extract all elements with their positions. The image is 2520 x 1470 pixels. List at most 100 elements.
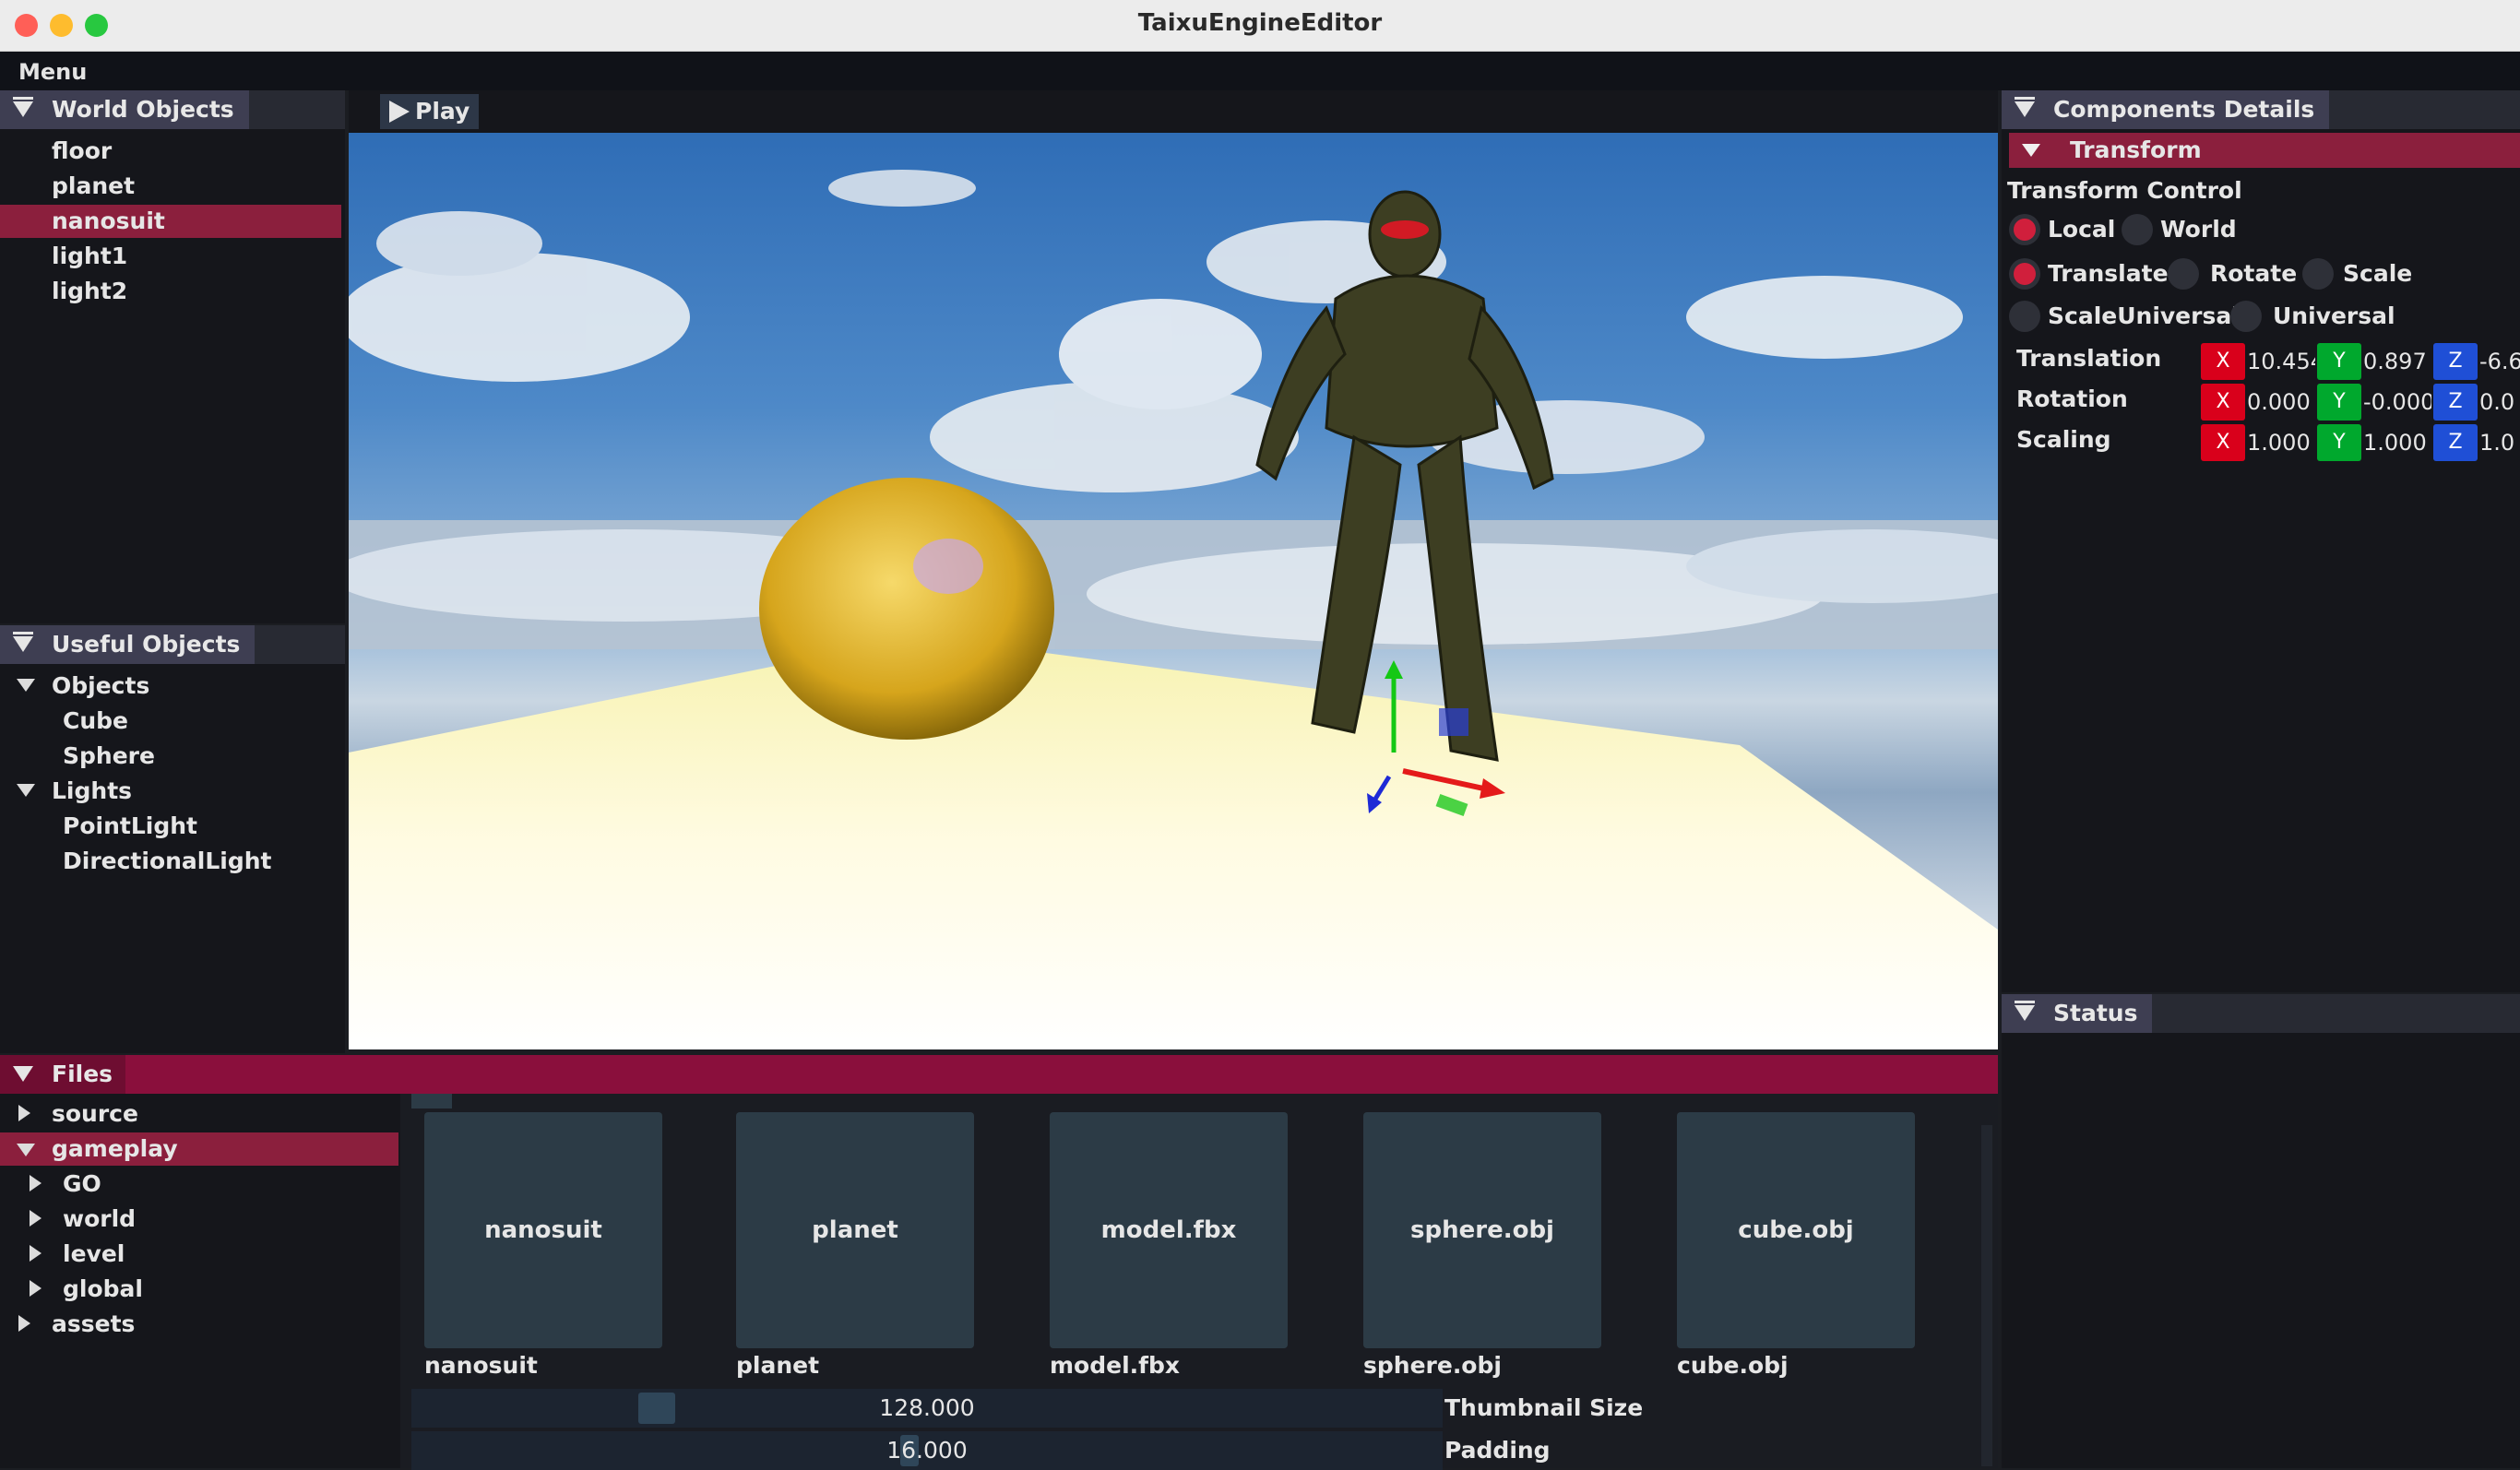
radio-translate[interactable] xyxy=(2009,258,2040,290)
translation-x-axis[interactable]: X xyxy=(2201,343,2245,380)
play-button[interactable]: Play xyxy=(380,94,480,129)
radio-universal-label: Universal xyxy=(2273,302,2395,329)
radio-world[interactable] xyxy=(2122,214,2153,245)
tree-item-sphere[interactable]: Sphere xyxy=(63,740,155,773)
rotation-z-field[interactable]: 0.0 xyxy=(2479,384,2520,421)
world-object-item[interactable]: floor xyxy=(52,135,112,168)
files-header[interactable]: Files xyxy=(0,1055,1998,1094)
file-thumbnail[interactable]: cube.obj xyxy=(1677,1112,1915,1348)
floor-plane xyxy=(349,636,1998,1049)
expand-arrow-icon[interactable] xyxy=(2022,144,2040,157)
planet-sphere xyxy=(759,478,1054,740)
radio-scaleuniversal[interactable] xyxy=(2009,301,2040,332)
expand-arrow-icon[interactable] xyxy=(30,1245,42,1262)
world-object-item[interactable]: planet xyxy=(52,170,135,203)
translation-label: Translation xyxy=(2016,345,2162,372)
rotation-label: Rotation xyxy=(2016,385,2128,412)
tree-group-lights[interactable]: Lights xyxy=(52,775,132,808)
useful-objects-header[interactable]: Useful Objects xyxy=(0,625,345,664)
rotation-z-axis[interactable]: Z xyxy=(2433,384,2478,421)
folder-global[interactable]: global xyxy=(63,1273,143,1306)
rotation-y-axis[interactable]: Y xyxy=(2317,384,2361,421)
clouds xyxy=(349,170,1998,649)
folder-level[interactable]: level xyxy=(63,1238,125,1271)
world-object-item-selected[interactable]: nanosuit xyxy=(0,205,341,238)
file-thumbnail[interactable]: sphere.obj xyxy=(1363,1112,1601,1348)
radio-scale-label: Scale xyxy=(2343,260,2413,287)
padding-label: Padding xyxy=(1444,1437,1551,1464)
file-thumbnail[interactable]: planet xyxy=(736,1112,974,1348)
folder-world[interactable]: world xyxy=(63,1203,136,1236)
rotation-x-axis[interactable]: X xyxy=(2201,384,2245,421)
translation-y-axis[interactable]: Y xyxy=(2317,343,2361,380)
expand-arrow-icon[interactable] xyxy=(30,1280,42,1297)
scene-viewport[interactable] xyxy=(349,133,1998,1049)
radio-rotate-label: Rotate xyxy=(2210,260,2298,287)
collapse-triangle-icon[interactable] xyxy=(13,1066,33,1082)
components-details-header[interactable]: Components Details xyxy=(2002,90,2520,129)
expand-arrow-icon[interactable] xyxy=(18,1105,30,1121)
expand-arrow-icon[interactable] xyxy=(17,1144,35,1156)
scaling-x-field[interactable]: 1.000 xyxy=(2247,424,2315,461)
file-caption: cube.obj xyxy=(1677,1352,1789,1379)
folder-gameplay[interactable]: gameplay xyxy=(0,1132,398,1166)
scaling-label: Scaling xyxy=(2016,426,2111,453)
translation-x-field[interactable]: 10.454 xyxy=(2247,343,2315,380)
menu-bar: Menu xyxy=(0,52,2520,90)
rotation-y-field[interactable]: -0.000 xyxy=(2363,384,2431,421)
tree-item-cube[interactable]: Cube xyxy=(63,705,128,738)
scaling-y-field[interactable]: 1.000 xyxy=(2363,424,2431,461)
content-scroll-tab[interactable] xyxy=(411,1094,452,1108)
translation-z-field[interactable]: -6.6 xyxy=(2479,343,2520,380)
world-object-item[interactable]: light2 xyxy=(52,275,127,308)
expand-arrow-icon[interactable] xyxy=(18,1315,30,1332)
thumbnail-size-slider[interactable]: 128.000 xyxy=(411,1389,1443,1428)
file-caption: planet xyxy=(736,1352,820,1379)
scaling-y-axis[interactable]: Y xyxy=(2317,424,2361,461)
folder-assets[interactable]: assets xyxy=(52,1308,135,1341)
world-objects-panel: World Objects floor planet nanosuit ligh… xyxy=(0,90,345,623)
file-thumbnail[interactable]: nanosuit xyxy=(424,1112,662,1348)
expand-arrow-icon[interactable] xyxy=(17,679,35,692)
radio-translate-label: Translate xyxy=(2048,260,2169,287)
thumbnail-size-label: Thumbnail Size xyxy=(1444,1394,1644,1421)
content-scrollbar[interactable] xyxy=(1981,1125,1992,1466)
scaling-z-axis[interactable]: Z xyxy=(2433,424,2478,461)
scaling-z-field[interactable]: 1.0 xyxy=(2479,424,2520,461)
tree-item-pointlight[interactable]: PointLight xyxy=(63,810,197,843)
status-header[interactable]: Status xyxy=(2002,994,2520,1033)
window-title: TaixuEngineEditor xyxy=(1137,9,1383,37)
collapse-triangle-icon[interactable] xyxy=(13,632,33,652)
collapse-triangle-icon[interactable] xyxy=(2015,1001,2035,1021)
collapse-triangle-icon[interactable] xyxy=(2015,97,2035,117)
expand-arrow-icon[interactable] xyxy=(17,784,35,797)
radio-local[interactable] xyxy=(2009,214,2040,245)
tree-group-objects[interactable]: Objects xyxy=(52,670,149,703)
collapse-triangle-icon[interactable] xyxy=(13,97,33,117)
useful-objects-title: Useful Objects xyxy=(52,631,241,658)
folder-go[interactable]: GO xyxy=(63,1168,101,1201)
window-title-bar: TaixuEngineEditor xyxy=(0,0,2520,52)
files-title: Files xyxy=(52,1061,113,1087)
radio-rotate[interactable] xyxy=(2168,258,2199,290)
rotation-x-field[interactable]: 0.000 xyxy=(2247,384,2315,421)
status-title: Status xyxy=(2053,1000,2138,1026)
folder-source[interactable]: source xyxy=(52,1097,138,1131)
tree-item-directionallight[interactable]: DirectionalLight xyxy=(63,845,272,878)
translation-y-field[interactable]: 0.897 xyxy=(2363,343,2431,380)
scaling-x-axis[interactable]: X xyxy=(2201,424,2245,461)
expand-arrow-icon[interactable] xyxy=(30,1175,42,1191)
expand-arrow-icon[interactable] xyxy=(30,1210,42,1227)
radio-universal[interactable] xyxy=(2230,301,2262,332)
world-objects-header[interactable]: World Objects xyxy=(0,90,345,129)
menu-button[interactable]: Menu xyxy=(18,59,87,85)
components-details-title: Components Details xyxy=(2053,96,2315,123)
world-object-item[interactable]: light1 xyxy=(52,240,127,273)
play-label: Play xyxy=(415,98,470,124)
padding-slider[interactable]: 16.000 xyxy=(411,1431,1443,1470)
translation-z-axis[interactable]: Z xyxy=(2433,343,2478,380)
transform-control-label: Transform Control xyxy=(2007,177,2242,204)
transform-section-header[interactable]: Transform xyxy=(2009,133,2520,168)
file-thumbnail[interactable]: model.fbx xyxy=(1050,1112,1288,1348)
radio-scale[interactable] xyxy=(2302,258,2334,290)
